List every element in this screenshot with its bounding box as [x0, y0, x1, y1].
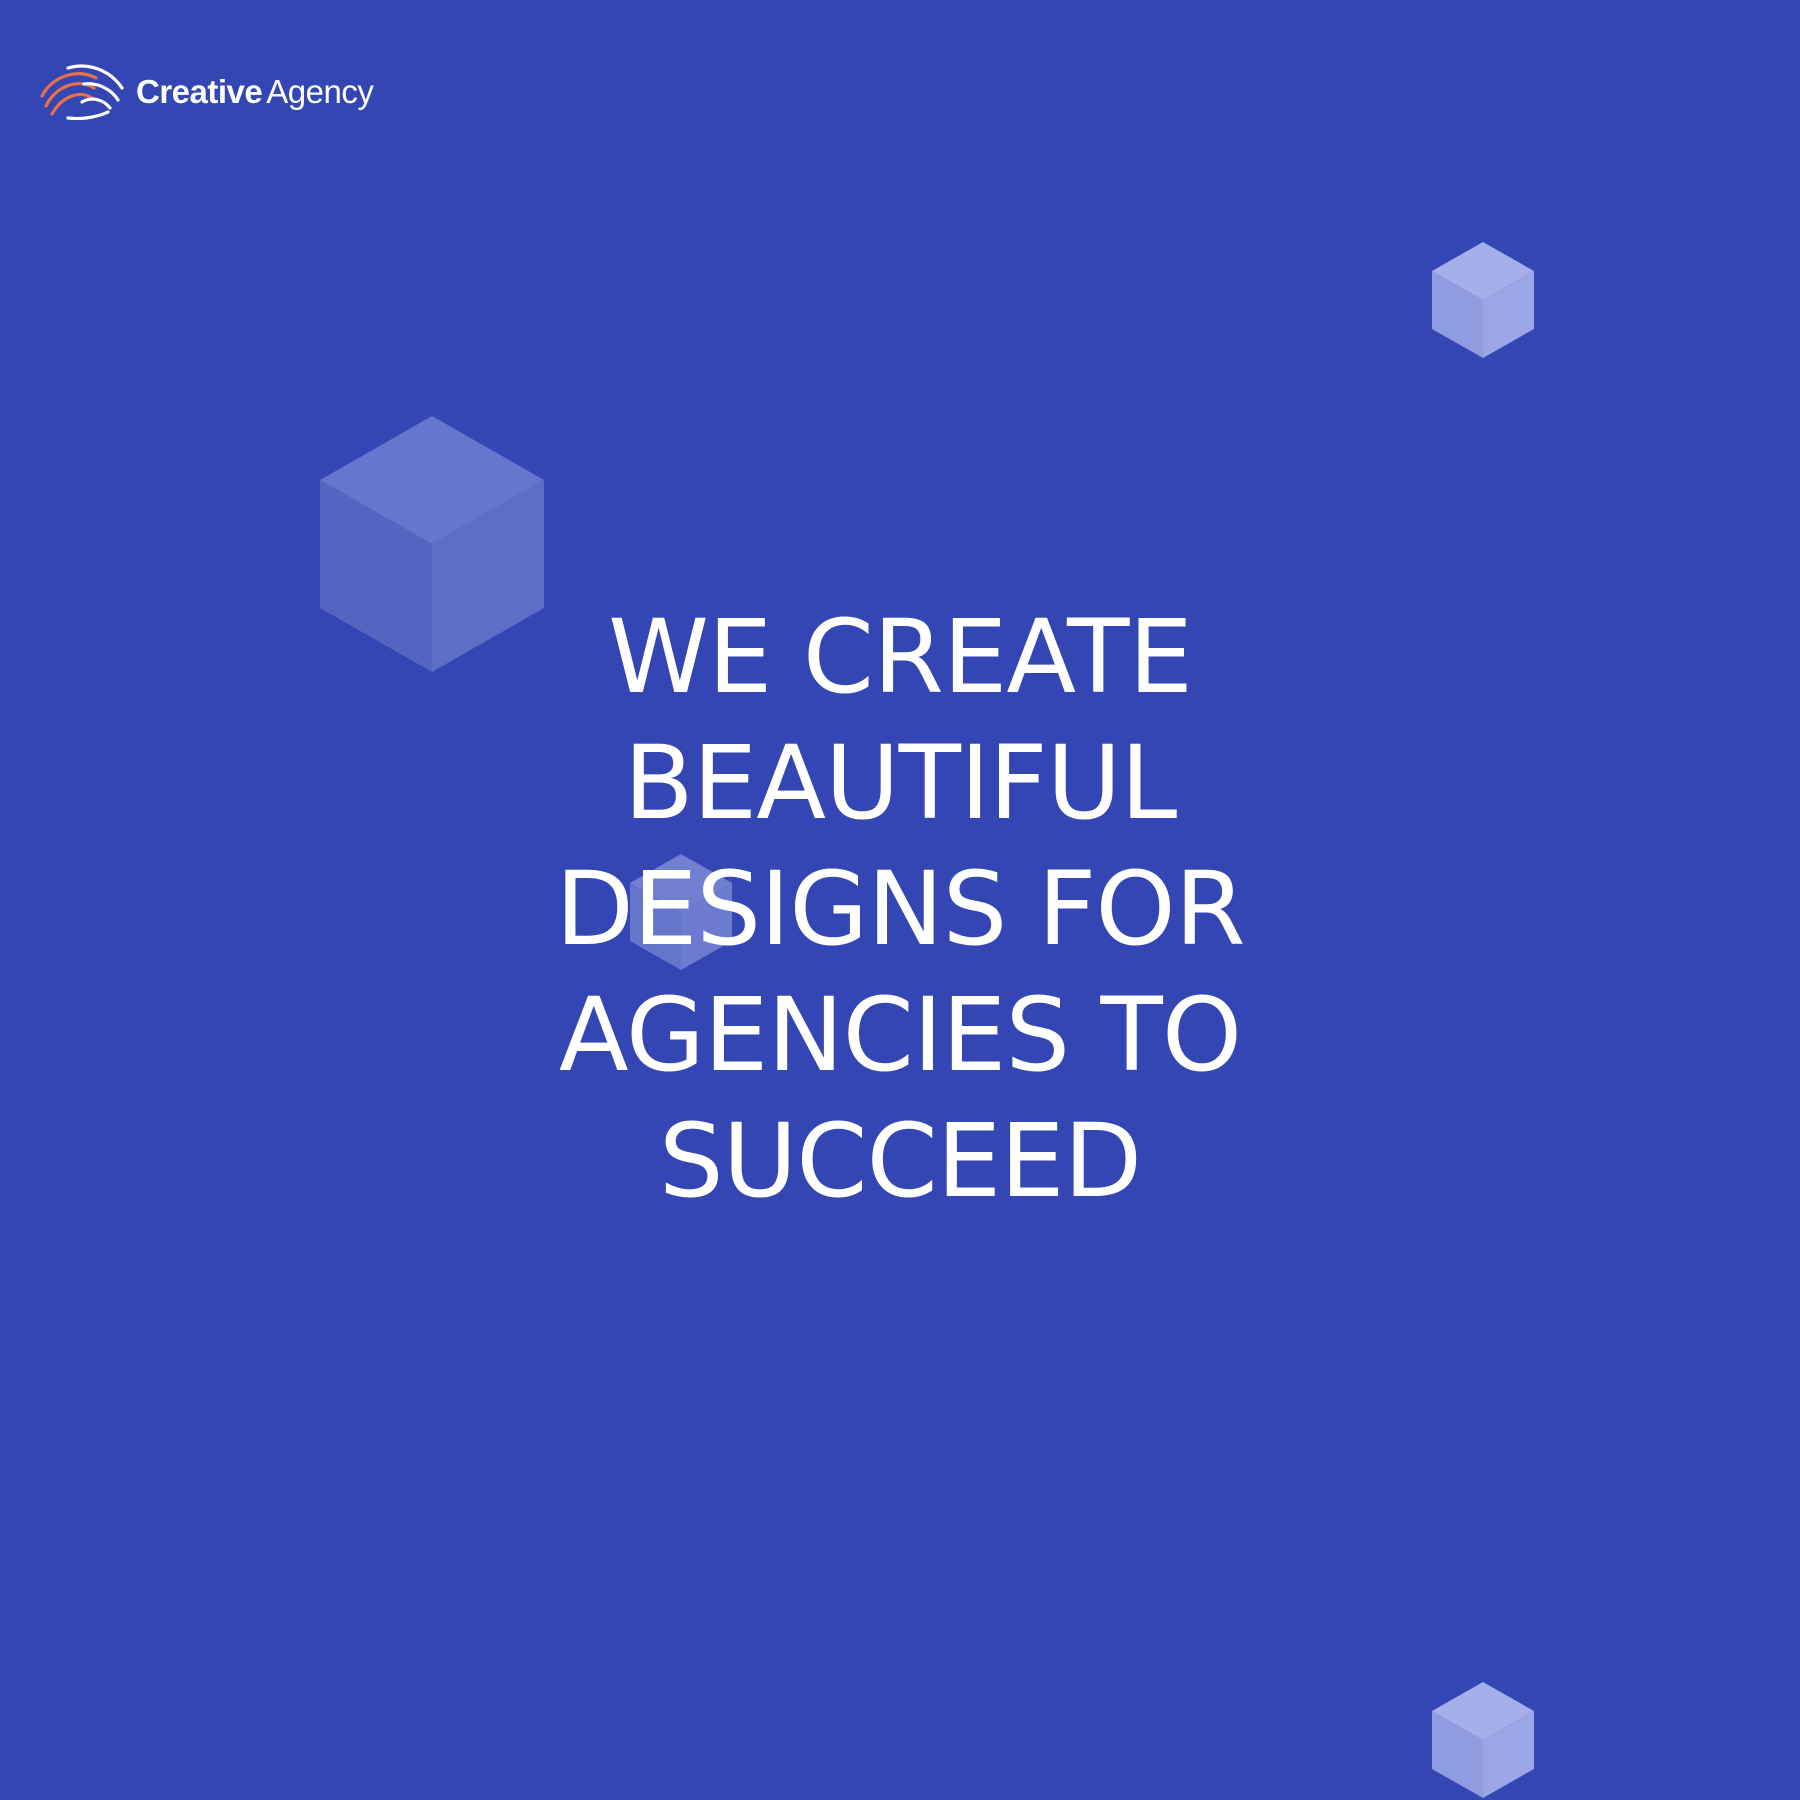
- small-cube-bottom-right-decoration: [1432, 1682, 1534, 1798]
- brand-name-bold: Creative: [136, 72, 263, 110]
- brand-name: Creative Agency: [136, 72, 374, 110]
- brand-name-light: Agency: [266, 72, 374, 110]
- hero-headline: WE CREATE BEAUTIFUL DESIGNS FOR AGENCIES…: [400, 595, 1400, 1225]
- hero-headline-line: DESIGNS FOR: [555, 850, 1245, 969]
- small-cube-top-right-decoration: [1432, 242, 1534, 358]
- fingerprint-wave-icon: [40, 64, 124, 120]
- hero-headline-line: WE CREATE: [608, 598, 1193, 717]
- hero-headline-line: BEAUTIFUL: [623, 724, 1177, 843]
- brand-logo[interactable]: Creative Agency: [38, 62, 374, 120]
- hero-headline-line: SUCCEED: [658, 1102, 1142, 1221]
- hero-headline-line: AGENCIES TO: [558, 976, 1242, 1095]
